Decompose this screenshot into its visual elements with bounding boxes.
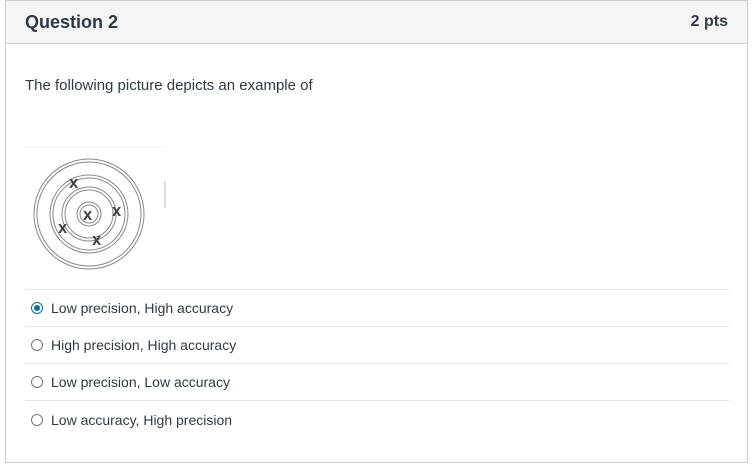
target-mark-1: X (69, 177, 79, 191)
radio-icon[interactable] (31, 413, 43, 426)
target-mark-5: X (92, 234, 102, 248)
question-points: 2 pts (690, 13, 728, 30)
target-mark-4: X (58, 222, 68, 236)
answer-label: Low accuracy, High precision (51, 411, 233, 428)
answer-option-3[interactable]: Low precision, Low accuracy (25, 364, 729, 401)
question-card: Question 2 2 pts The following picture d… (5, 0, 748, 463)
answer-option-2[interactable]: High precision, High accuracy (25, 327, 729, 364)
answer-option-1[interactable]: Low precision, High accuracy (25, 290, 729, 327)
question-header: Question 2 2 pts (6, 1, 747, 44)
target-diagram-svg: X X X X X (25, 146, 166, 270)
answer-list: Low precision, High accuracy High precis… (25, 289, 729, 438)
question-title: Question 2 (25, 11, 119, 32)
radio-icon[interactable] (31, 339, 43, 351)
target-mark-3: X (112, 205, 122, 219)
target-mark-2: X (83, 209, 93, 223)
answer-label: Low precision, Low accuracy (51, 374, 230, 390)
radio-selected-icon[interactable] (31, 302, 43, 314)
answer-label: Low precision, High accuracy (51, 300, 234, 316)
question-body: The following picture depicts an example… (6, 77, 747, 438)
question-prompt: The following picture depicts an example… (25, 77, 313, 94)
answer-option-4[interactable]: Low accuracy, High precision (25, 401, 729, 438)
radio-icon[interactable] (31, 376, 43, 388)
answer-label: High precision, High accuracy (51, 337, 237, 353)
target-diagram-image: X X X X X (25, 146, 185, 276)
